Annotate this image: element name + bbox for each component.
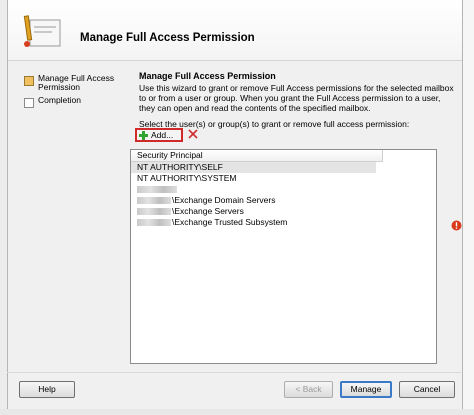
cancel-button[interactable]: Cancel <box>399 381 455 398</box>
redacted-text <box>137 219 171 227</box>
list-item[interactable] <box>131 184 436 195</box>
security-principal-list[interactable]: Security Principal NT AUTHORITY\SELF NT … <box>130 149 437 364</box>
list-item[interactable]: NT AUTHORITY\SELF <box>131 162 376 173</box>
section-title: Manage Full Access Permission <box>139 71 276 81</box>
list-item[interactable]: NT AUTHORITY\SYSTEM <box>131 173 436 184</box>
list-item-text: \Exchange Servers <box>172 206 244 216</box>
list-item-text: NT AUTHORITY\SELF <box>137 162 223 172</box>
list-item-text: \Exchange Trusted Subsystem <box>172 217 288 227</box>
step-manage-full-access: Manage Full Access Permission <box>24 74 129 96</box>
help-button[interactable]: Help <box>19 381 75 398</box>
step-label: Completion <box>38 95 81 105</box>
page-title: Manage Full Access Permission <box>80 32 255 44</box>
redacted-text <box>137 186 177 194</box>
step-completion: Completion <box>24 96 129 118</box>
list-item[interactable]: \Exchange Trusted Subsystem <box>131 217 436 228</box>
step-current-indicator-icon <box>24 76 34 86</box>
red-x-icon[interactable] <box>188 129 198 139</box>
list-item-text: \Exchange Domain Servers <box>172 195 276 205</box>
column-header-security-principal[interactable]: Security Principal <box>131 150 383 162</box>
background-window-edge <box>0 409 474 415</box>
green-plus-icon <box>139 131 148 140</box>
wizard-header: Manage Full Access Permission <box>8 0 462 61</box>
redacted-text <box>137 197 171 205</box>
list-item[interactable]: \Exchange Servers <box>131 206 436 217</box>
list-item-text: NT AUTHORITY\SYSTEM <box>137 173 237 183</box>
error-icon[interactable] <box>451 220 462 231</box>
list-item[interactable]: \Exchange Domain Servers <box>131 195 436 206</box>
add-button[interactable]: Add... <box>135 128 183 142</box>
manage-button[interactable]: Manage <box>340 381 392 398</box>
wizard-steps: Manage Full Access Permission Completion <box>24 74 129 118</box>
add-button-label: Add... <box>151 130 174 140</box>
select-label: Select the user(s) or group(s) to grant … <box>139 119 410 129</box>
description-text: Use this wizard to grant or remove Full … <box>139 83 454 113</box>
redacted-text <box>137 208 171 216</box>
step-label: Manage Full Access Permission <box>38 73 115 92</box>
step-pending-indicator-icon <box>24 98 34 108</box>
background-window-edge <box>462 0 474 409</box>
back-button[interactable]: < Back <box>284 381 333 398</box>
divider <box>7 372 461 373</box>
wizard-icon <box>23 15 61 47</box>
